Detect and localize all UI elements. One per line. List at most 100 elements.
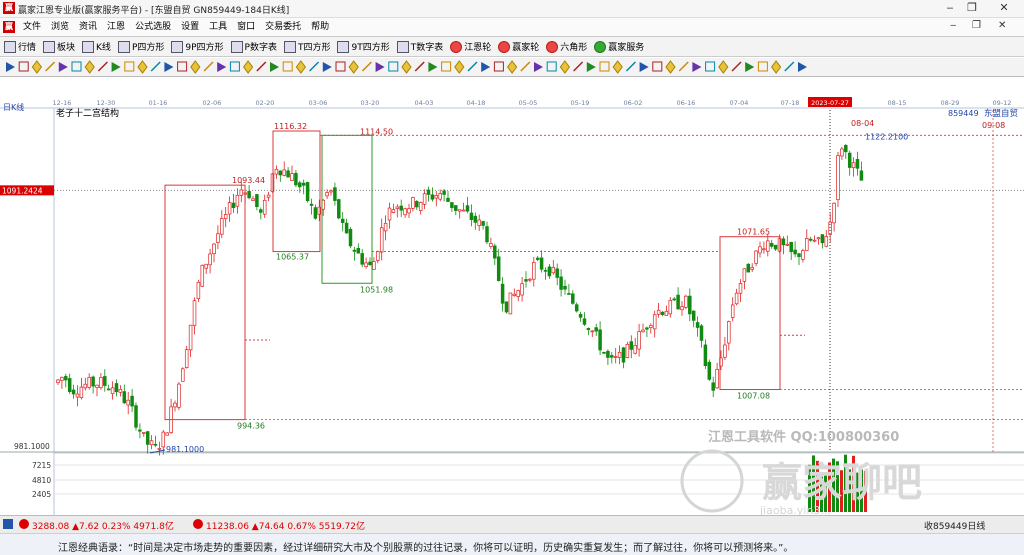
toolbar-button-0[interactable]: 行情 (4, 40, 36, 53)
menu-item-1[interactable]: 浏览 (46, 21, 74, 33)
drawing-tool-icon[interactable] (546, 61, 557, 72)
menu-item-6[interactable]: 工具 (204, 21, 232, 33)
drawing-tool-icon[interactable] (678, 61, 689, 72)
drawing-tool-icon[interactable] (111, 62, 121, 72)
drawing-tool-icon[interactable] (322, 62, 332, 72)
mdi-minimize-icon[interactable]: ‒ (950, 20, 956, 31)
candle (758, 241, 762, 258)
drawing-tool-icon[interactable] (692, 62, 702, 72)
toolbar-button-8[interactable]: T数字表 (396, 40, 443, 53)
toolbar-button-2[interactable]: K线 (82, 40, 111, 53)
drawing-tool-icon[interactable] (625, 61, 636, 72)
drawing-tool-icon[interactable] (798, 62, 807, 72)
drawing-tool-icon[interactable] (242, 60, 254, 74)
candle (305, 181, 310, 203)
drawing-tool-icon[interactable] (229, 61, 240, 72)
menu-item-4[interactable]: 公式选股 (130, 21, 176, 33)
drawing-tool-icon[interactable] (559, 60, 571, 74)
drawing-tool-icon[interactable] (177, 61, 188, 72)
drawing-tool-icon[interactable] (599, 61, 610, 72)
drawing-tool-icon[interactable] (124, 61, 135, 72)
drawing-tool-icon[interactable] (6, 62, 15, 72)
drawing-tool-icon[interactable] (757, 61, 768, 72)
toolbar-button-9[interactable]: 江恩轮 (450, 40, 491, 53)
drawing-tool-icon[interactable] (190, 60, 201, 74)
drawing-tool-icon[interactable] (428, 62, 438, 72)
drawing-tool-icon[interactable] (586, 62, 596, 72)
toolbar-button-6[interactable]: T四方形 (283, 40, 330, 53)
candle (415, 200, 419, 211)
candle (173, 400, 177, 412)
mdi-close-icon[interactable]: ✕ (998, 20, 1006, 31)
drawing-tool-icon[interactable] (31, 60, 43, 74)
menu-item-9[interactable]: 帮助 (306, 21, 334, 33)
square-icon (171, 40, 184, 53)
drawing-tool-icon[interactable] (612, 60, 623, 74)
toolbar-button-7[interactable]: 9T四方形 (337, 40, 390, 53)
drawing-tool-icon[interactable] (573, 61, 584, 72)
square-icon (117, 40, 130, 53)
drawing-tool-icon[interactable] (335, 61, 346, 72)
drawing-tool-icon[interactable] (639, 62, 649, 72)
drawing-tool-icon[interactable] (270, 62, 279, 72)
menu-item-0[interactable]: 文件 (18, 21, 46, 33)
drawing-tool-icon[interactable] (18, 61, 29, 72)
drawing-tool-icon[interactable] (705, 61, 716, 72)
drawing-tool-icon[interactable] (467, 61, 478, 72)
drawing-tool-icon[interactable] (295, 60, 307, 74)
drawing-tool-icon[interactable] (731, 61, 742, 72)
menu-item-2[interactable]: 资讯 (74, 21, 102, 33)
toolbar-button-11[interactable]: 六角形 (546, 40, 587, 53)
mdi-restore-icon[interactable]: ❐ (972, 20, 981, 31)
menu-item-8[interactable]: 交易委托 (260, 21, 306, 33)
close-icon[interactable]: ✕ (990, 0, 1018, 17)
drawing-tool-icon[interactable] (745, 62, 755, 72)
drawing-tool-icon[interactable] (58, 62, 68, 72)
drawing-tool-icon[interactable] (282, 61, 293, 72)
drawing-tool-icon[interactable] (309, 61, 320, 72)
menu-item-7[interactable]: 窗口 (232, 21, 260, 33)
drawing-tool-icon[interactable] (388, 61, 399, 72)
drawing-tool-icon[interactable] (203, 61, 214, 72)
drawing-tool-icon[interactable] (137, 60, 148, 74)
drawing-tool-icon[interactable] (84, 60, 95, 74)
drawing-tool-icon[interactable] (454, 60, 465, 74)
drawing-tool-icon[interactable] (45, 61, 56, 72)
toolbar-button-1[interactable]: 板块 (43, 40, 75, 53)
drawing-tool-icon[interactable] (401, 60, 412, 74)
drawing-tool-icon[interactable] (361, 61, 372, 72)
toolbar-button-12[interactable]: 赢家服务 (594, 40, 644, 53)
grid-icon[interactable] (3, 519, 13, 529)
toolbar-button-4[interactable]: 9P四方形 (171, 40, 224, 53)
candle (298, 180, 302, 193)
drawing-tool-icon[interactable] (441, 61, 452, 72)
drawing-tool-icon[interactable] (506, 60, 518, 74)
drawing-tool-icon[interactable] (784, 61, 795, 72)
drawing-tool-icon[interactable] (348, 60, 359, 74)
drawing-tool-icon[interactable] (71, 61, 82, 72)
drawing-tool-icon[interactable] (97, 61, 108, 72)
drawing-tool-icon[interactable] (217, 62, 227, 72)
drawing-tool-icon[interactable] (256, 61, 267, 72)
drawing-tool-icon[interactable] (414, 61, 425, 72)
drawing-tool-icon[interactable] (652, 61, 663, 72)
drawing-tool-icon[interactable] (520, 61, 531, 72)
drawing-tool-icon[interactable] (164, 62, 174, 72)
drawing-tool-icon[interactable] (481, 62, 491, 72)
kline-chart[interactable]: 12-16 12-30 01-16 02-06 02-20 03-06 03-20 04-03… (0, 96, 1024, 515)
price-annotation: 1065.37 (276, 253, 309, 262)
drawing-tool-icon[interactable] (718, 60, 729, 74)
toolbar-button-10[interactable]: 赢家轮 (498, 40, 539, 53)
drawing-tool-icon[interactable] (493, 61, 504, 72)
drawing-tool-icon[interactable] (150, 61, 161, 72)
drawing-tool-icon[interactable] (665, 60, 676, 74)
drawing-tool-icon[interactable] (375, 62, 385, 72)
drawing-tool-icon[interactable] (770, 60, 782, 74)
toolbar-button-5[interactable]: P数字表 (230, 40, 277, 53)
drawing-tool-icon[interactable] (534, 62, 543, 72)
restore-icon[interactable]: ❐ (958, 0, 986, 17)
menu-item-5[interactable]: 设置 (176, 21, 204, 33)
menu-item-3[interactable]: 江恩 (102, 21, 130, 33)
toolbar-button-3[interactable]: P四方形 (117, 40, 164, 53)
volume-scale-label: 4810 (32, 476, 51, 485)
